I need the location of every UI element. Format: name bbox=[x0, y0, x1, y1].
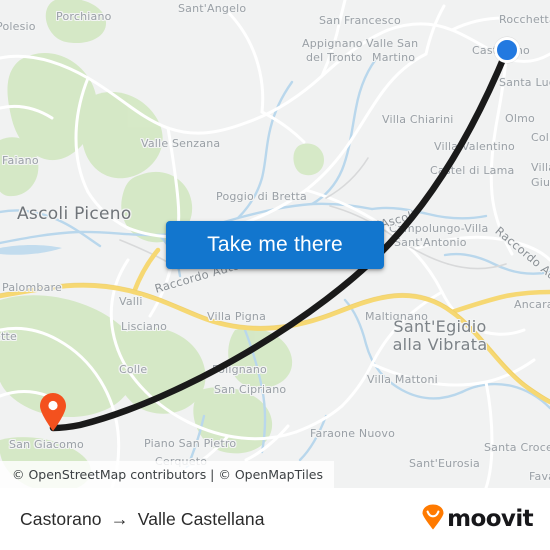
origin-marker[interactable] bbox=[494, 37, 520, 63]
moovit-pin-icon bbox=[421, 504, 445, 535]
take-me-there-button[interactable]: Take me there bbox=[166, 221, 384, 269]
route-origin: Castorano bbox=[20, 508, 102, 529]
map-attribution[interactable]: © OpenStreetMap contributors | © OpenMap… bbox=[0, 461, 335, 488]
route-title: Castorano → Valle Castellana bbox=[20, 488, 265, 550]
arrow-right-icon: → bbox=[110, 508, 129, 529]
map-share-card: PorchianoPolesioSant'AngeloSan Francesco… bbox=[0, 0, 550, 550]
destination-marker[interactable] bbox=[38, 392, 68, 432]
moovit-wordmark: moovit bbox=[447, 506, 533, 532]
attribution-text: © OpenStreetMap contributors | © OpenMap… bbox=[12, 467, 324, 482]
moovit-logo[interactable]: moovit bbox=[421, 488, 534, 550]
route-destination: Valle Castellana bbox=[137, 508, 265, 529]
take-me-there-label: Take me there bbox=[207, 233, 343, 256]
card-footer: Castorano → Valle Castellana moovit bbox=[0, 488, 550, 550]
map-canvas[interactable]: PorchianoPolesioSant'AngeloSan Francesco… bbox=[0, 0, 550, 488]
